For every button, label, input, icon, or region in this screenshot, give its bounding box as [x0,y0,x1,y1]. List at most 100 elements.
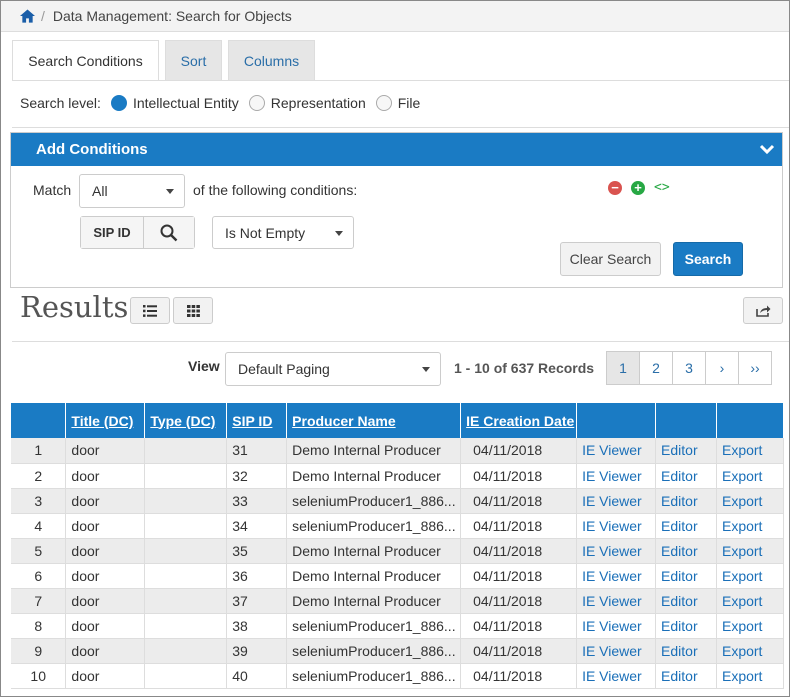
editor-link[interactable]: Editor [655,538,717,564]
ie-viewer-link[interactable]: IE Viewer [576,488,657,514]
radio-file[interactable] [375,95,392,111]
export-results-button[interactable] [743,297,783,324]
ie-viewer-link[interactable]: IE Viewer [576,563,657,589]
cell-ie-creation-date: 04/11/2018 [460,463,578,489]
ie-viewer-link[interactable]: IE Viewer [576,463,657,489]
search-level-divider [12,127,789,128]
field-search-button[interactable] [144,217,194,248]
export-link[interactable]: Export [716,638,785,664]
export-link[interactable]: Export [716,538,785,564]
editor-link[interactable]: Editor [655,613,717,639]
row-index: 2 [11,463,67,489]
cell-title: door [65,513,146,539]
match-select-caret [166,189,174,194]
radio-intellectual-entity[interactable] [110,95,127,111]
sip-id-field[interactable]: SIP ID [80,216,195,249]
cell-sip-id: 37 [226,588,288,614]
sip-id-label: SIP ID [81,217,144,248]
share-icon [755,305,770,317]
column-header-title[interactable]: Title (DC) [65,403,146,438]
page-3[interactable]: 3 [672,351,706,385]
results-divider [12,341,789,342]
cell-sip-id: 35 [226,538,288,564]
export-link[interactable]: Export [716,613,785,639]
code-icon[interactable]: <> [654,180,670,195]
export-link[interactable]: Export [716,563,785,589]
radio-label-file[interactable]: File [398,95,421,111]
tab-search-conditions[interactable]: Search Conditions [12,40,159,81]
column-header-type[interactable]: Type (DC) [144,403,228,438]
export-link[interactable]: Export [716,488,785,514]
cell-title: door [65,563,146,589]
page-2[interactable]: 2 [639,351,673,385]
view-select-caret [422,367,430,372]
export-link[interactable]: Export [716,463,785,489]
add-conditions-header[interactable]: Add Conditions [11,133,782,166]
cell-ie-creation-date: 04/11/2018 [460,638,578,664]
column-header-ie-creation-date[interactable]: IE Creation Date [460,403,578,438]
view-select[interactable]: Default Paging [225,352,441,386]
search-icon [160,224,178,241]
table-row: 4 door 34 seleniumProducer1_886... 04/11… [11,513,785,539]
cell-type [144,588,228,614]
cell-title: door [65,588,146,614]
tab-sort[interactable]: Sort [165,40,222,81]
export-link[interactable]: Export [716,513,785,539]
table-row: 10 door 40 seleniumProducer1_886... 04/1… [11,663,785,689]
ie-viewer-link[interactable]: IE Viewer [576,538,657,564]
grid-view-button[interactable] [173,297,213,324]
cell-title: door [65,638,146,664]
tab-columns[interactable]: Columns [228,40,315,81]
search-button[interactable]: Search [673,242,743,276]
radio-label-representation[interactable]: Representation [271,95,366,111]
ie-viewer-link[interactable]: IE Viewer [576,588,657,614]
export-link[interactable]: Export [716,588,785,614]
editor-link[interactable]: Editor [655,638,717,664]
row-index: 6 [11,563,67,589]
page-last[interactable]: ›› [738,351,772,385]
ie-viewer-link[interactable]: IE Viewer [576,638,657,664]
cell-producer-name: seleniumProducer1_886... [286,638,462,664]
condition-actions: − + <> [608,180,670,195]
ie-viewer-link[interactable]: IE Viewer [576,663,657,689]
grid-view-icon [186,304,200,317]
add-conditions-title: Add Conditions [36,141,148,158]
clear-search-button[interactable]: Clear Search [560,242,661,276]
editor-link[interactable]: Editor [655,513,717,539]
editor-link[interactable]: Editor [655,488,717,514]
ie-viewer-link[interactable]: IE Viewer [576,613,657,639]
column-header-export [716,403,785,438]
row-index: 3 [11,488,67,514]
column-header-producer-name[interactable]: Producer Name [286,403,462,438]
table-row: 5 door 35 Demo Internal Producer 04/11/2… [11,538,785,564]
ie-viewer-link[interactable]: IE Viewer [576,513,657,539]
editor-link[interactable]: Editor [655,563,717,589]
chevron-down-icon[interactable] [759,141,775,157]
list-view-button[interactable] [130,297,170,324]
radio-label-intellectual-entity[interactable]: Intellectual Entity [133,95,239,111]
cell-type [144,663,228,689]
radio-representation[interactable] [248,95,265,111]
home-icon[interactable] [20,9,35,23]
page-next[interactable]: › [705,351,739,385]
cell-producer-name: seleniumProducer1_886... [286,663,462,689]
ie-viewer-link[interactable]: IE Viewer [576,438,657,464]
cell-sip-id: 38 [226,613,288,639]
results-table: Title (DC) Type (DC) SIP ID Producer Nam… [11,403,785,689]
editor-link[interactable]: Editor [655,463,717,489]
editor-link[interactable]: Editor [655,438,717,464]
minus-circle-icon[interactable]: − [608,180,622,195]
editor-link[interactable]: Editor [655,663,717,689]
export-link[interactable]: Export [716,438,785,464]
page-1[interactable]: 1 [606,351,640,385]
export-link[interactable]: Export [716,663,785,689]
cell-sip-id: 32 [226,463,288,489]
column-header-sip-id[interactable]: SIP ID [226,403,288,438]
match-select[interactable]: All [79,174,185,208]
match-select-value: All [92,183,108,199]
editor-link[interactable]: Editor [655,588,717,614]
table-row: 6 door 36 Demo Internal Producer 04/11/2… [11,563,785,589]
plus-circle-icon[interactable]: + [631,180,645,195]
operator-select[interactable]: Is Not Empty [212,216,354,249]
table-row: 2 door 32 Demo Internal Producer 04/11/2… [11,463,785,489]
